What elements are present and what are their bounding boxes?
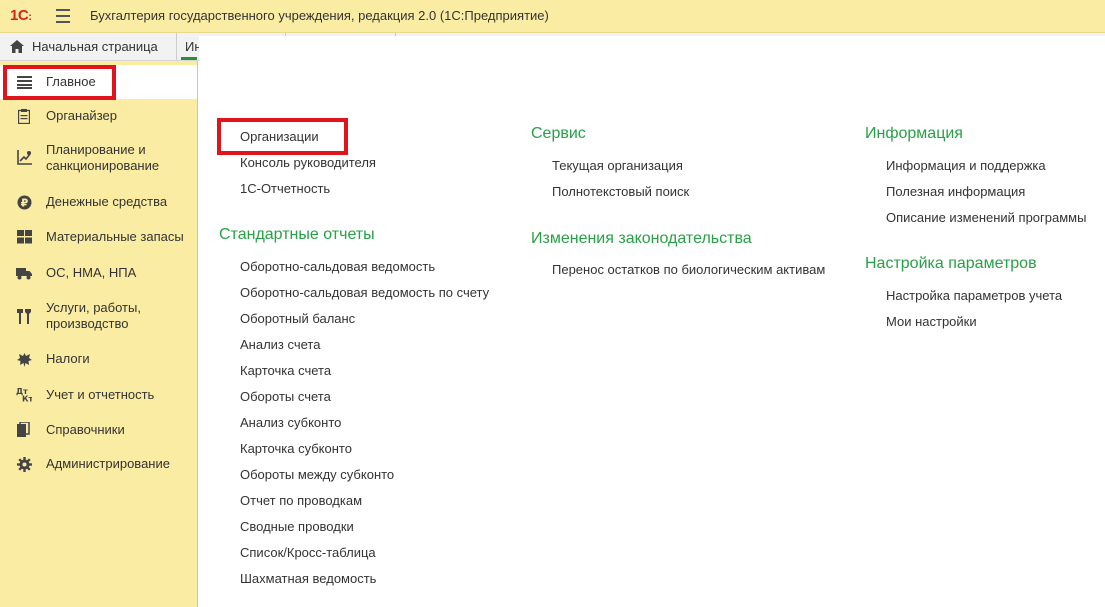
link-1c-reporting[interactable]: 1С-Отчетность [240, 181, 330, 196]
info-link[interactable]: Полезная информация [886, 184, 1025, 199]
section-title-law-changes: Изменения законодательства [531, 230, 752, 247]
sidebar-item-main[interactable]: Главное [0, 65, 197, 99]
sidebar-item-label: Планирование и санкционирование [46, 142, 160, 173]
main-panel: Организации Консоль руководителя 1С-Отче… [199, 36, 1105, 607]
info-link[interactable]: Описание изменений программы [886, 210, 1086, 225]
app-title: Бухгалтерия государственного учреждения,… [90, 8, 549, 23]
sidebar-item-organizer[interactable]: Органайзер [0, 99, 197, 133]
tab-open-page-label: Ин [185, 39, 199, 54]
sidebar-item-label: Администрирование [46, 456, 170, 471]
report-link[interactable]: Обороты счета [240, 389, 331, 404]
sidebar-item-admin[interactable]: Администрирование [0, 447, 197, 481]
active-tab-indicator [181, 57, 197, 60]
truck-icon [16, 265, 32, 281]
sidebar-item-directories[interactable]: Справочники [0, 413, 197, 447]
svg-text:Кт: Кт [22, 395, 32, 403]
link-organizations[interactable]: Организации [240, 129, 319, 144]
report-link[interactable]: Оборотно-сальдовая ведомость по счету [240, 285, 489, 300]
settings-link[interactable]: Мои настройки [886, 314, 977, 329]
menu-icon[interactable] [56, 9, 70, 23]
home-icon [10, 40, 24, 53]
section-title-information: Информация [865, 125, 963, 142]
tab-home-label: Начальная страница [32, 39, 158, 54]
section-title-settings: Настройка параметров [865, 255, 1037, 272]
svg-text:₽: ₽ [20, 196, 28, 209]
service-link[interactable]: Полнотекстовый поиск [552, 184, 689, 199]
sidebar-item-label: Налоги [46, 351, 90, 366]
sidebar-item-inventory[interactable]: Материальные запасы [0, 219, 197, 255]
sidebar-item-label: Справочники [46, 422, 125, 437]
clipboard-icon [16, 108, 32, 124]
sidebar-item-fixed-assets[interactable]: ОС, НМА, НПА [0, 255, 197, 291]
grid-icon [16, 229, 32, 245]
report-link[interactable]: Оборотно-сальдовая ведомость [240, 259, 435, 274]
sidebar-item-services[interactable]: Услуги, работы, производство [0, 291, 197, 343]
sidebar-item-taxes[interactable]: Налоги [0, 343, 197, 377]
report-link[interactable]: Оборотный баланс [240, 311, 355, 326]
tab-home[interactable]: Начальная страница [0, 33, 175, 60]
link-manager-console[interactable]: Консоль руководителя [240, 155, 376, 170]
sidebar-item-accounting[interactable]: Дт Кт Учет и отчетность [0, 377, 197, 413]
list-lines-icon [16, 74, 32, 90]
settings-link[interactable]: Настройка параметров учета [886, 288, 1062, 303]
info-link[interactable]: Информация и поддержка [886, 158, 1046, 173]
gear-icon [16, 456, 32, 472]
tools-icon [16, 308, 32, 324]
report-link[interactable]: Список/Кросс-таблица [240, 545, 376, 560]
emblem-icon [16, 351, 32, 367]
sidebar-item-label: Учет и отчетность [46, 387, 155, 402]
section-title-standard-reports: Стандартные отчеты [219, 226, 375, 243]
section-title-service: Сервис [531, 125, 586, 142]
tab-open-page[interactable]: Ин [176, 33, 199, 60]
books-icon [16, 421, 32, 437]
title-bar: 1С: Бухгалтерия государственного учрежде… [0, 0, 1105, 33]
app-logo[interactable]: 1С: [10, 7, 32, 24]
report-link[interactable]: Сводные проводки [240, 519, 354, 534]
report-link[interactable]: Анализ субконто [240, 415, 341, 430]
report-link[interactable]: Карточка субконто [240, 441, 352, 456]
service-link[interactable]: Текущая организация [552, 158, 683, 173]
report-link[interactable]: Шахматная ведомость [240, 571, 376, 586]
sidebar-item-label: Денежные средства [46, 194, 168, 209]
sidebar-item-label: Материальные запасы [46, 229, 184, 244]
report-link[interactable]: Отчет по проводкам [240, 493, 362, 508]
report-link[interactable]: Карточка счета [240, 363, 331, 378]
report-link[interactable]: Анализ счета [240, 337, 320, 352]
ruble-coin-icon: ₽ [16, 194, 32, 210]
sidebar-item-label: Главное [46, 74, 96, 89]
sidebar-item-planning[interactable]: Планирование и санкционирование [0, 133, 197, 183]
sidebar-item-label: Услуги, работы, производство [46, 300, 141, 331]
law-link[interactable]: Перенос остатков по биологическим актива… [552, 262, 825, 277]
dt-kt-icon: Дт Кт [16, 386, 32, 402]
chart-icon [16, 149, 32, 165]
sidebar-item-money[interactable]: ₽ Денежные средства [0, 183, 197, 219]
report-link[interactable]: Обороты между субконто [240, 467, 394, 482]
sidebar: Главное Органайзер Планирование и санкци… [0, 61, 198, 607]
sidebar-item-label: Органайзер [46, 108, 117, 123]
sidebar-item-label: ОС, НМА, НПА [46, 265, 137, 280]
